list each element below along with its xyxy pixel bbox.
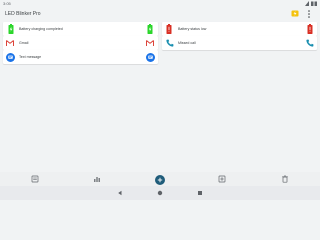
back-icon[interactable] (117, 190, 123, 196)
list-item-battery-low[interactable]: Battery status low (162, 22, 317, 36)
signal-battery-icon (305, 1, 317, 6)
battery-low-icon (166, 24, 172, 34)
system-nav-bar (0, 186, 320, 200)
add-box-icon[interactable] (218, 175, 226, 183)
status-bar: 3:05 (0, 0, 320, 7)
message-icon (145, 52, 155, 62)
phone-icon (166, 39, 174, 47)
chart-icon[interactable] (93, 175, 101, 183)
recents-icon[interactable] (197, 190, 203, 196)
more-options-icon[interactable] (306, 9, 312, 19)
status-time: 3:05 (3, 1, 11, 6)
list-item-text-message[interactable]: Text message (3, 50, 158, 64)
app-bar: LED Blinker Pro (0, 7, 320, 21)
list-item-gmail[interactable]: Gmail (3, 36, 158, 50)
list-item-label: Battery charging completed (19, 27, 63, 31)
battery-charging-icon (147, 24, 153, 34)
gmail-icon (146, 40, 154, 46)
battery-charging-icon (8, 24, 14, 34)
list-icon[interactable] (31, 175, 39, 183)
phone-icon (306, 39, 314, 47)
list-item-label: Text message (19, 55, 42, 59)
add-icon (157, 177, 163, 183)
home-icon[interactable] (157, 190, 163, 196)
gmail-icon (6, 40, 14, 46)
list-item-battery-charging[interactable]: Battery charging completed (3, 22, 158, 36)
message-icon (6, 52, 15, 62)
list-item-label: Missed call (178, 41, 196, 45)
list-item-label: Gmail (19, 41, 29, 45)
list-item-missed-call[interactable]: Missed call (162, 36, 317, 50)
list-item-label: Battery status low (178, 27, 207, 31)
lightning-icon[interactable] (291, 10, 299, 17)
trash-icon[interactable] (281, 175, 289, 183)
add-button[interactable] (155, 175, 165, 185)
battery-low-icon (307, 24, 313, 34)
app-title: LED Blinker Pro (5, 11, 41, 17)
